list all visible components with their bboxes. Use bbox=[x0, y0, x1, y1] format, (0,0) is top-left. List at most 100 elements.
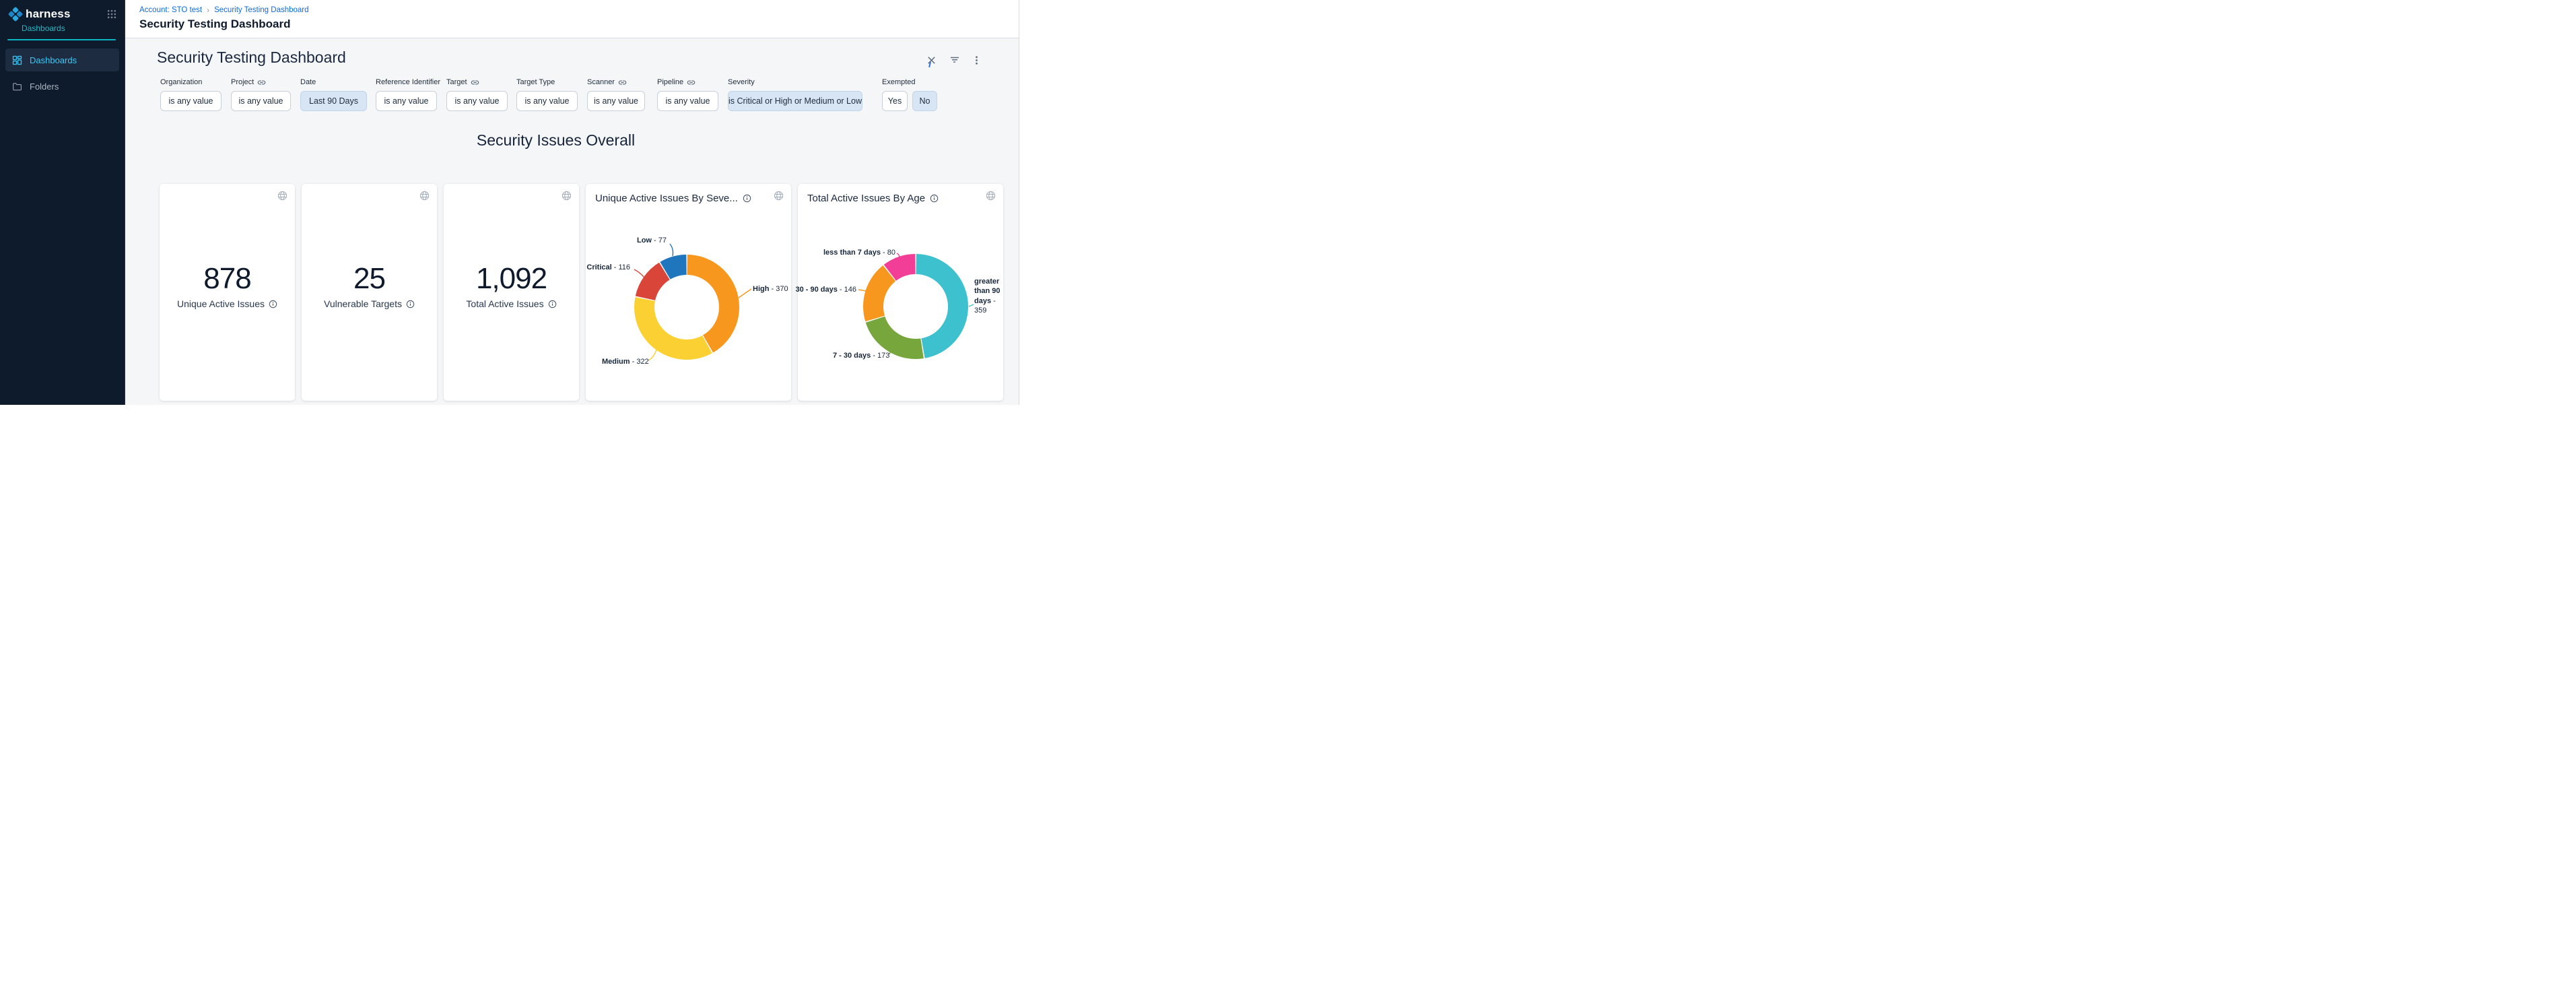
filter-label-text: Target Type bbox=[516, 78, 555, 86]
section-heading: Security Issues Overall bbox=[134, 131, 978, 150]
sidebar-item-label: Dashboards bbox=[30, 55, 77, 65]
filter-value-box[interactable]: is Critical or High or Medium or Low bbox=[728, 91, 862, 111]
filter-value-box[interactable]: is any value bbox=[376, 91, 437, 111]
stat-label-text: Total Active Issues bbox=[466, 298, 543, 309]
donut-label-less-than-7-days: less than 7 days - 80 bbox=[823, 249, 895, 257]
info-icon[interactable] bbox=[548, 300, 557, 309]
stat-card-unique-active-issues: 878 Unique Active Issues bbox=[160, 184, 295, 401]
filter-exempted: Exempted YesNo bbox=[882, 77, 937, 111]
filter-value-box[interactable]: Last 90 Days bbox=[300, 91, 367, 111]
filter-icon[interactable] bbox=[947, 52, 963, 68]
filter-target-type: Target Type is any value bbox=[516, 77, 578, 111]
harness-logo-text: harness bbox=[26, 7, 71, 21]
right-panel-strip bbox=[1019, 0, 1038, 405]
module-label: Dashboards bbox=[22, 24, 116, 33]
filter-organization: Organization is any value bbox=[160, 77, 222, 111]
filter-label-text: Scanner bbox=[587, 78, 615, 86]
breadcrumb-separator-icon: › bbox=[207, 6, 209, 14]
sidebar-item-dashboards[interactable]: Dashboards bbox=[5, 48, 119, 71]
stat-card-vulnerable-targets: 25 Vulnerable Targets bbox=[302, 184, 437, 401]
filter-value-box[interactable]: is any value bbox=[160, 91, 222, 111]
info-icon[interactable] bbox=[406, 300, 415, 309]
exempted-yes-button[interactable]: Yes bbox=[882, 91, 908, 111]
leader-line bbox=[858, 290, 866, 291]
breadcrumb: Account: STO test › Security Testing Dashb… bbox=[139, 6, 1019, 14]
chart-card-1: Total Active Issues By Agegreater than 9… bbox=[798, 184, 1003, 401]
breadcrumb-link[interactable]: Security Testing Dashboard bbox=[214, 6, 308, 14]
filter-value-box[interactable]: is any value bbox=[587, 91, 645, 111]
cards-row: 878 Unique Active Issues 25 Vulnerable Targ… bbox=[160, 184, 1003, 401]
close-icon[interactable] bbox=[923, 52, 939, 68]
exempted-options: YesNo bbox=[882, 91, 937, 111]
filter-reference-identifier: Reference Identifier is any value bbox=[376, 77, 440, 111]
filter-label: Target Type bbox=[516, 77, 578, 87]
filter-value-box[interactable]: is any value bbox=[657, 91, 718, 111]
filter-label: Target bbox=[446, 77, 508, 87]
page-title: Security Testing Dashboard bbox=[139, 18, 1019, 31]
kebab-menu-icon[interactable] bbox=[968, 52, 984, 68]
stat-card-total-active-issues: 1,092 Total Active Issues bbox=[444, 184, 579, 401]
filter-severity: Severity is Critical or High or Medium or… bbox=[728, 77, 862, 111]
stat-value: 25 bbox=[302, 262, 437, 296]
globe-icon[interactable] bbox=[419, 191, 430, 201]
filter-label-text: Severity bbox=[728, 78, 755, 86]
donut-label-medium: Medium - 322 bbox=[602, 358, 649, 366]
filter-label: Reference Identifier bbox=[376, 77, 440, 87]
globe-icon[interactable] bbox=[562, 191, 572, 201]
filter-label: Project bbox=[231, 77, 291, 87]
stat-value: 1,092 bbox=[444, 262, 579, 296]
module-accent-line bbox=[7, 39, 116, 40]
donut-label-high: High - 370 bbox=[753, 285, 788, 293]
chart-card-0: Unique Active Issues By Seve...High - 37… bbox=[586, 184, 791, 401]
leader-line bbox=[670, 244, 673, 256]
donut-label-critical: Critical - 116 bbox=[586, 263, 630, 271]
stat-label: Total Active Issues bbox=[444, 298, 579, 309]
stat-label-text: Unique Active Issues bbox=[177, 298, 265, 309]
leader-line bbox=[648, 350, 656, 360]
filter-value-box[interactable]: is any value bbox=[446, 91, 508, 111]
filter-label: Pipeline bbox=[657, 77, 718, 87]
filter-label: Scanner bbox=[587, 77, 645, 87]
filter-label-text: Pipeline bbox=[657, 78, 683, 86]
filter-value-box[interactable]: is any value bbox=[516, 91, 578, 111]
top-header: Account: STO test › Security Testing Dashb… bbox=[125, 0, 1019, 38]
donut-label-greater-than-90-days: greater than 90 days - 359 bbox=[974, 277, 1007, 315]
folder-icon bbox=[12, 82, 22, 92]
sidebar: harness Dashboards Dashboards Folders bbox=[0, 0, 125, 405]
exempted-no-button[interactable]: No bbox=[912, 91, 937, 111]
filter-date: Date Last 90 Days bbox=[300, 77, 367, 111]
filter-scanner: Scanner is any value bbox=[587, 77, 645, 111]
dashboard-icon bbox=[12, 55, 22, 65]
filter-label-text: Project bbox=[231, 78, 254, 86]
filter-label: Organization bbox=[160, 77, 222, 87]
harness-logo-icon bbox=[8, 7, 23, 22]
sidebar-header: harness Dashboards bbox=[0, 0, 125, 40]
filter-project: Project is any value bbox=[231, 77, 291, 111]
globe-icon[interactable] bbox=[277, 191, 287, 201]
stat-value: 878 bbox=[160, 262, 295, 296]
link-icon bbox=[687, 78, 696, 87]
link-icon bbox=[257, 78, 266, 87]
dashboard-panel: Security Testing Dashboard Organization i… bbox=[125, 38, 1019, 405]
leader-line bbox=[634, 269, 644, 278]
filter-label: Date bbox=[300, 77, 367, 87]
donut-label-30---90-days: 30 - 90 days - 146 bbox=[795, 286, 856, 294]
dashboard-title: Security Testing Dashboard bbox=[157, 48, 346, 67]
filter-label-text: Target bbox=[446, 78, 467, 86]
filter-label-text: Exempted bbox=[882, 78, 916, 86]
info-icon[interactable] bbox=[269, 300, 277, 309]
link-icon bbox=[471, 78, 479, 87]
stat-label-text: Vulnerable Targets bbox=[324, 298, 402, 309]
filter-label-text: Organization bbox=[160, 78, 202, 86]
module-grid-icon[interactable] bbox=[107, 9, 116, 19]
filter-label-text: Reference Identifier bbox=[376, 78, 440, 86]
filter-target: Target is any value bbox=[446, 77, 508, 111]
filter-value-box[interactable]: is any value bbox=[231, 91, 291, 111]
stat-label: Unique Active Issues bbox=[160, 298, 295, 309]
stat-label: Vulnerable Targets bbox=[302, 298, 437, 309]
breadcrumb-link[interactable]: Account: STO test bbox=[139, 6, 202, 14]
donut-label-7---30-days: 7 - 30 days - 173 bbox=[833, 352, 889, 360]
sidebar-item-label: Folders bbox=[30, 82, 59, 92]
sidebar-item-folders[interactable]: Folders bbox=[5, 75, 119, 98]
filter-label-text: Date bbox=[300, 78, 316, 86]
